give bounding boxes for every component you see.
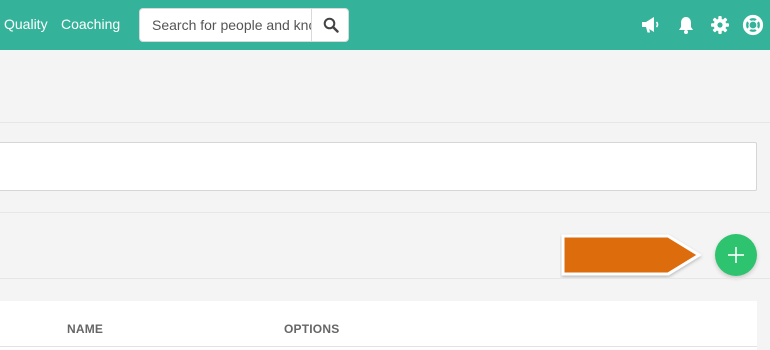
data-table: NAME OPTIONS [0,301,757,350]
nav-link-coaching[interactable]: Coaching [61,16,120,32]
column-header-name[interactable]: NAME [67,322,103,336]
section-divider [0,278,770,279]
search-input[interactable] [140,9,312,41]
announcements-button[interactable] [640,14,662,36]
settings-button[interactable] [709,14,731,36]
megaphone-icon [642,17,659,33]
help-button[interactable] [742,14,764,36]
text-input-field[interactable] [0,142,757,191]
callout-arrow [561,234,702,276]
table-header-divider [0,346,757,347]
search-bar [139,8,349,42]
nav-link-quality[interactable]: Quality [4,16,48,32]
section-divider [0,122,770,123]
column-header-options[interactable]: OPTIONS [284,322,339,336]
search-icon [323,17,339,33]
notifications-button[interactable] [675,14,697,36]
section-divider [0,212,770,213]
top-navigation-bar: Quality Coaching [0,0,770,50]
search-button[interactable] [311,9,349,41]
bell-icon [679,17,693,34]
lifebuoy-icon [742,14,764,36]
plus-icon [728,247,744,263]
add-button[interactable] [715,234,757,276]
gear-icon [711,16,729,34]
